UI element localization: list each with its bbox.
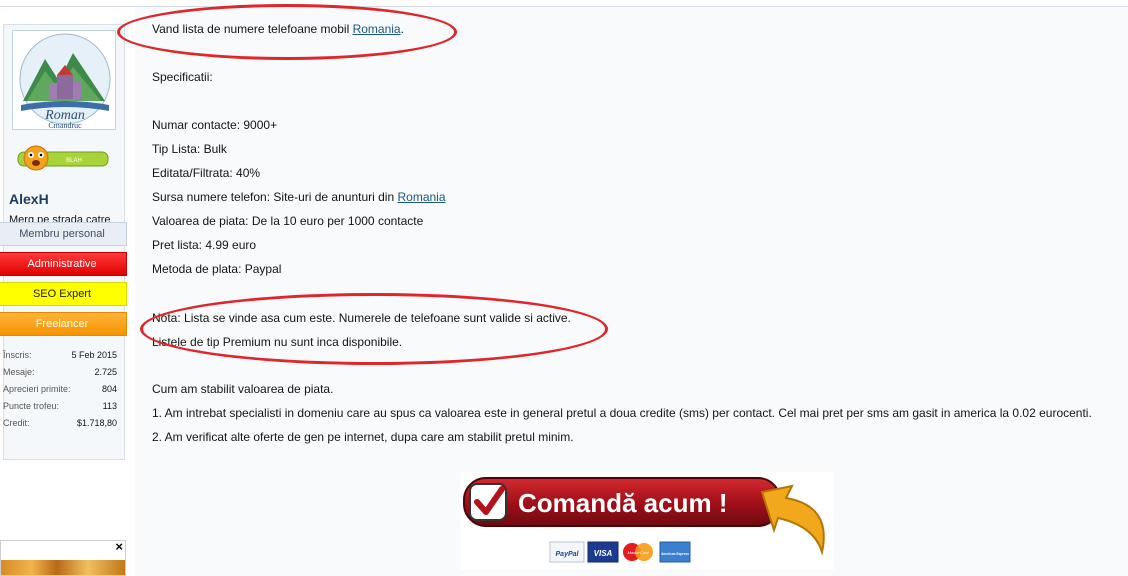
blah-mood-badge: BLAH: [17, 145, 109, 171]
order-now-button[interactable]: Comandă acum ! PayPal VISA MasterCard Am…: [460, 472, 834, 570]
stat-joined: Înscris: 5 Feb 2015: [3, 349, 117, 360]
order-button-label: Comandă acum !: [518, 488, 728, 518]
value-point-2: 2. Am verificat alte oferte de gen pe in…: [152, 430, 574, 444]
specs-heading: Specificatii:: [152, 70, 213, 84]
user-avatar[interactable]: Roman Cmandruc: [12, 30, 116, 130]
rank-administrative: Administrative: [0, 252, 127, 276]
ad-banner[interactable]: ×: [0, 540, 126, 576]
spec-price: Pret lista: 4.99 euro: [152, 238, 257, 252]
order-banner-graphic: Comandă acum ! PayPal VISA MasterCard Am…: [463, 477, 825, 563]
value-point-1: 1. Am intrebat specialisti in domeniu ca…: [152, 406, 1092, 420]
note-line-1: Nota: Lista se vinde asa cum este. Numer…: [152, 311, 571, 325]
value-heading: Cum am stabilit valoarea de piata.: [152, 382, 334, 396]
romania-link-source[interactable]: Romania: [397, 190, 445, 204]
rank-freelancer: Freelancer: [0, 312, 127, 336]
svg-text:MasterCard: MasterCard: [628, 550, 650, 555]
romania-link[interactable]: Romania: [353, 22, 401, 36]
stat-credit: Credit: $1.718,80: [3, 417, 117, 428]
svg-text:American Express: American Express: [661, 552, 689, 556]
svg-text:PayPal: PayPal: [556, 551, 580, 558]
svg-text:VISA: VISA: [594, 549, 613, 558]
spec-list-type: Tip Lista: Bulk: [152, 142, 227, 156]
avatar-logo-icon: Roman Cmandruc: [19, 33, 111, 130]
spec-contacts: Numar contacte: 9000+: [152, 118, 278, 132]
intro-line: Vand lista de numere telefoane mobil Rom…: [152, 22, 404, 36]
spec-source: Sursa numere telefon: Site-uri de anuntu…: [152, 190, 446, 204]
spec-market-value: Valoarea de piata: De la 10 euro per 100…: [152, 214, 424, 228]
svg-text:Cmandruc: Cmandruc: [48, 121, 82, 130]
rank-seo-expert: SEO Expert: [0, 282, 127, 306]
rank-membru-personal: Membru personal: [0, 222, 127, 246]
spec-payment: Metoda de plata: Paypal: [152, 262, 282, 276]
checkmark-icon: [469, 483, 507, 521]
stat-messages: Mesaje: 2.725: [3, 366, 117, 377]
stat-likes: Aprecieri primite: 804: [3, 383, 117, 394]
badge-label: BLAH: [66, 158, 82, 164]
username[interactable]: AlexH: [9, 191, 49, 207]
curved-arrow-icon: [760, 484, 825, 556]
spec-filtered: Editata/Filtrata: 40%: [152, 166, 261, 180]
note-line-2: Listele de tip Premium nu sunt inca disp…: [152, 335, 403, 349]
close-icon[interactable]: ×: [115, 541, 123, 554]
stat-trophy-points: Puncte trofeu: 113: [3, 400, 117, 411]
ad-image: [1, 560, 125, 575]
payment-logos: PayPal VISA MasterCard American Express: [549, 541, 691, 563]
user-stats: Înscris: 5 Feb 2015 Mesaje: 2.725 Apreci…: [3, 346, 117, 431]
